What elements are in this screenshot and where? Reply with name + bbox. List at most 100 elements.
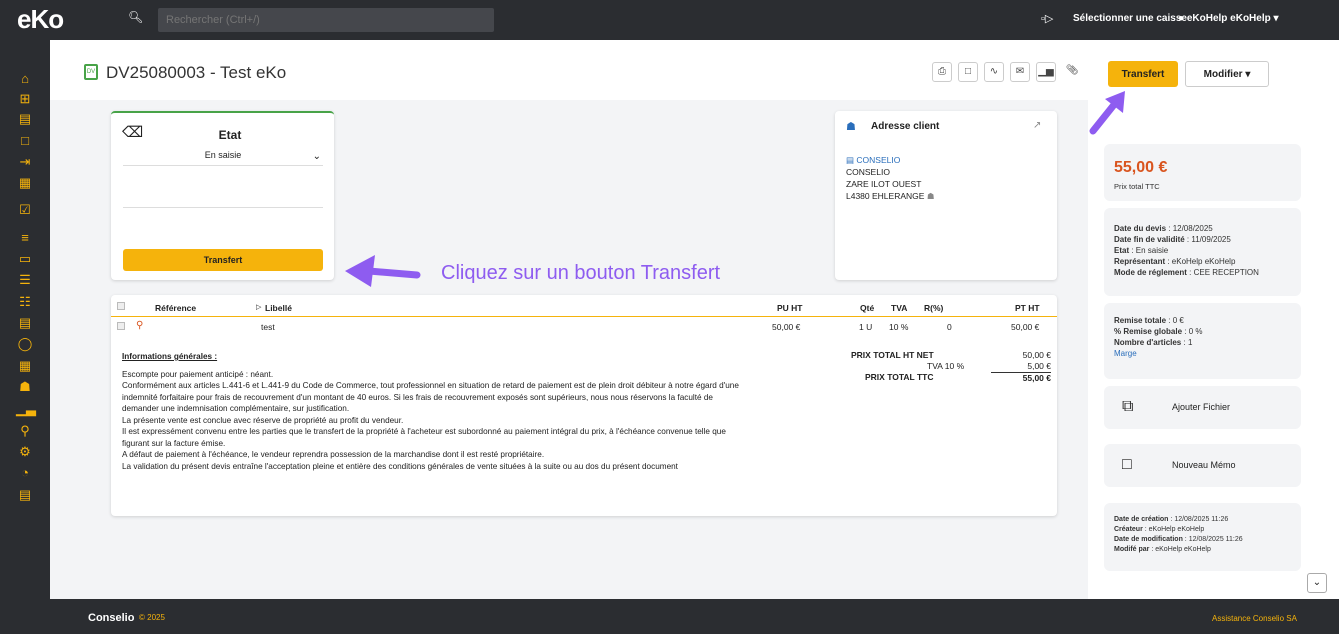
scroll-down-button[interactable]: ⌄ [1307, 573, 1327, 593]
date-devis-value: 12/08/2025 [1172, 224, 1213, 233]
users-cog-icon[interactable]: ⚙ [16, 445, 34, 459]
chevron-down-icon: ⌄ [1312, 577, 1322, 588]
table-row[interactable]: ⚲ test 50,00 € 1 U 10 % 0 50,00 € [111, 319, 1057, 335]
footer: Conselio © 2025 Assistance Conselio SA [0, 599, 1339, 634]
total-ttc-label: PRIX TOTAL TTC [865, 372, 934, 382]
table-header: Référence ▷ Libellé PU HT Qté TVA R(%) P… [111, 295, 1057, 317]
etat-value: En saisie [1135, 246, 1169, 255]
plus-square-icon[interactable]: ⊞ [16, 92, 34, 106]
row-qte: 1 U [859, 322, 873, 332]
remise-globale-label: % Remise globale [1114, 327, 1183, 336]
row-pt: 50,00 € [1011, 322, 1040, 332]
modif-label: Date de modification [1114, 536, 1183, 543]
search-icon[interactable]: ⚲ [16, 424, 34, 438]
select-all-checkbox[interactable] [117, 302, 125, 310]
col-pu-ht[interactable]: PU HT [777, 303, 803, 313]
row-tva: 10 % [889, 322, 909, 332]
creation-value: 12/08/2025 11:26 [1174, 516, 1229, 523]
audit-info: Date de création : 12/08/2025 11:26 Créa… [1114, 516, 1243, 553]
doc-badge: DV [86, 69, 96, 75]
paperclip-icon[interactable]: 📎︎ [1062, 62, 1082, 82]
col-tva[interactable]: TVA [891, 303, 907, 313]
ajouter-fichier-label: Ajouter Fichier [1172, 402, 1231, 412]
app-logo[interactable]: eKo [17, 4, 64, 35]
stats-icon[interactable]: ▁▅ [1036, 62, 1056, 82]
annotation-arrow-top [1089, 91, 1125, 135]
calculator-icon[interactable]: ▦ [16, 359, 34, 373]
search-icon: 🔍︎ [128, 10, 144, 24]
devis-info: Date du devis : 12/08/2025 Date fin de v… [1114, 224, 1259, 277]
page-title: DV25080003 - Test eKo [106, 63, 287, 82]
folder-icon[interactable]: ▭ [16, 252, 34, 266]
list-icon[interactable]: ≡ [16, 231, 34, 245]
tasks-icon[interactable]: ☰ [16, 273, 34, 287]
modifier-dropdown[interactable]: Modifier ▾ [1185, 61, 1269, 87]
calendar-icon[interactable]: ▦ [16, 176, 34, 190]
print-icon[interactable]: ⎙ [932, 62, 952, 82]
footer-brand: Conselio [88, 612, 135, 624]
audit-card: Date de création : 12/08/2025 11:26 Créa… [1104, 503, 1301, 571]
building-icon: ☗ [846, 121, 856, 133]
row-remise: 0 [947, 322, 952, 332]
document-icon[interactable]: ▤ [16, 112, 34, 126]
col-reference[interactable]: Référence [155, 303, 196, 313]
map-icon[interactable]: ☗ [927, 191, 935, 201]
date-fin-label: Date fin de validité [1114, 235, 1185, 244]
marge-link[interactable]: Marge [1114, 348, 1203, 359]
transfert-button-etat[interactable]: Transfert [123, 249, 323, 271]
nb-articles-value: 1 [1187, 338, 1193, 347]
signature-icon[interactable]: ∿ [984, 62, 1004, 82]
external-link-icon[interactable]: ↗ [1033, 120, 1041, 131]
copy-icon: ⧉ [1122, 398, 1134, 415]
etat-select[interactable]: En saisie ⌄ [123, 150, 323, 166]
bar-chart-icon[interactable]: ▁▃ [16, 402, 36, 416]
main-content: DV DV25080003 - Test eKo ⎙ □ ∿ ✉ ▁▅ 📎︎ T… [50, 40, 1339, 599]
annotation-text: Cliquez sur un bouton Transfert [441, 262, 721, 284]
server-icon[interactable]: ▤ [16, 488, 34, 502]
col-pt-ht[interactable]: PT HT [1015, 303, 1040, 313]
stopwatch-icon[interactable]: ◯ [16, 337, 34, 351]
modifie-label: Modifé par [1114, 546, 1150, 553]
pdf-icon[interactable]: □ [958, 62, 978, 82]
email-icon[interactable]: ✉ [1010, 62, 1030, 82]
row-checkbox[interactable] [117, 322, 125, 330]
date-fin-value: 11/09/2025 [1191, 235, 1231, 244]
info-line: La validation du présent devis entraîne … [122, 461, 678, 471]
file-icon[interactable]: □ [16, 134, 34, 148]
key-icon: ⚲ [136, 320, 144, 331]
createur-label: Créateur [1114, 526, 1143, 533]
select-caisse-link[interactable]: Sélectionner une caisse [1073, 13, 1187, 24]
assistance-link[interactable]: Assistance Conselio SA [1212, 614, 1297, 623]
client-address: ▤ CONSELIO CONSELIO ZARE ILOT OUEST L438… [846, 154, 934, 202]
sitemap-icon[interactable]: ☷ [16, 295, 34, 309]
search-input[interactable] [158, 8, 494, 32]
home-icon[interactable]: ⌂ [16, 72, 34, 86]
rep-label: Représentant [1114, 257, 1166, 266]
price-card: 55,00 € Prix total TTC [1104, 144, 1301, 201]
client-link[interactable]: ▤ CONSELIO [846, 154, 934, 166]
col-libelle[interactable]: Libellé [265, 303, 292, 313]
col-qte[interactable]: Qté [860, 303, 874, 313]
ajouter-fichier-button[interactable]: ⧉ Ajouter Fichier [1104, 386, 1301, 429]
etat-label: Etat [1114, 246, 1130, 255]
tva-label: TVA 10 % [927, 361, 965, 371]
col-remise[interactable]: R(%) [924, 303, 943, 313]
remise-label: Remise totale [1114, 316, 1167, 325]
user-menu[interactable]: ● eKoHelp eKoHelp ▾ [1178, 13, 1279, 24]
stack-icon[interactable]: ▤ [16, 316, 34, 330]
nb-articles-label: Nombre d'articles [1114, 338, 1182, 347]
rep-value: eKoHelp eKoHelp [1171, 257, 1236, 266]
client-link-text: CONSELIO [856, 155, 901, 165]
transfert-button-top[interactable]: Transfert [1108, 61, 1178, 87]
nouveau-memo-button[interactable]: □ Nouveau Mémo [1104, 444, 1301, 487]
row-pu: 50,00 € [772, 322, 801, 332]
row-libelle: test [261, 322, 275, 332]
pie-chart-icon[interactable]: ◔ [16, 466, 34, 480]
calendar-check-icon[interactable]: ☑ [16, 203, 34, 217]
sidebar: ⌂ ⊞ ▤ □ ⇥ ▦ ☑ ≡ ▭ ☰ ☷ ▤ ◯ ▦ ☗ ▁▃ ⚲ ⚙ ◔ ▤ [0, 40, 50, 599]
creation-label: Date de création [1114, 516, 1169, 523]
document-header: DV DV25080003 - Test eKo ⎙ □ ∿ ✉ ▁▅ 📎︎ [50, 40, 1088, 100]
building-icon[interactable]: ☗ [16, 380, 34, 394]
file-export-icon[interactable]: ⇥ [16, 155, 34, 169]
client-line: ZARE ILOT OUEST [846, 179, 922, 189]
